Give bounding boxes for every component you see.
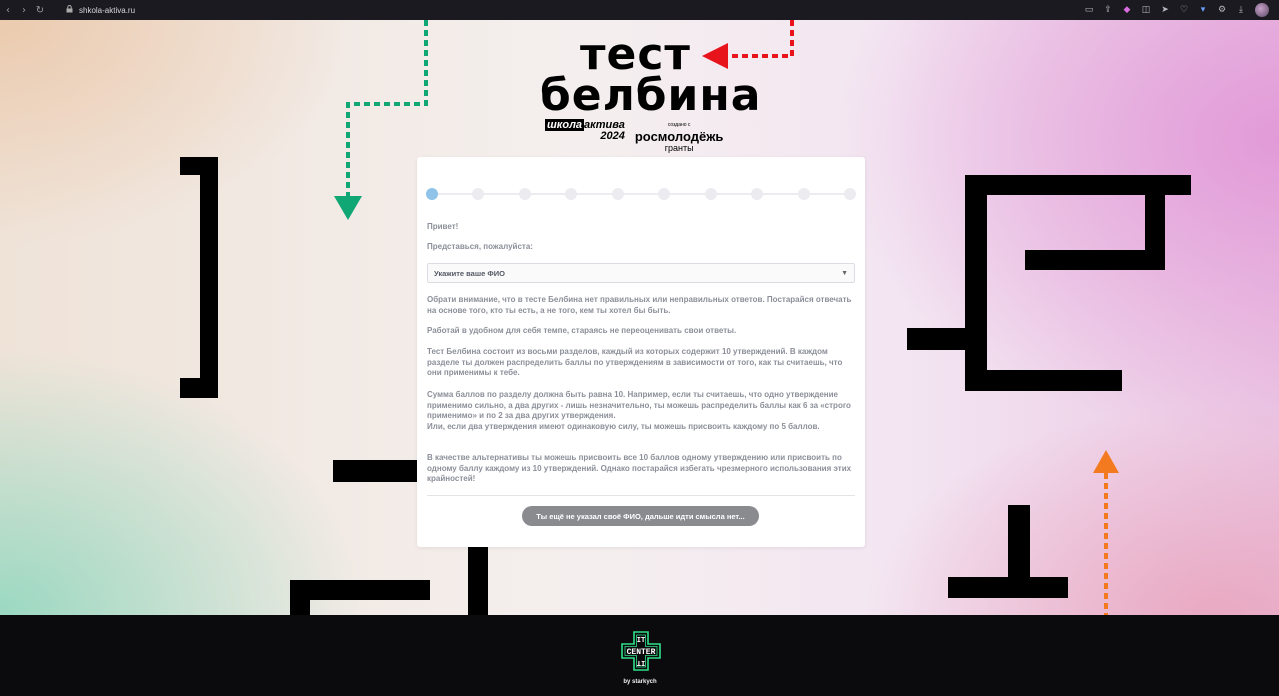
test-card: Привет! Представься, пожалуйста: Укажите… (417, 157, 865, 547)
orange-arrow-icon (1093, 450, 1119, 615)
paragraph-2: Работай в удобном для себя темпе, старая… (427, 326, 737, 335)
extension-icon[interactable]: ◫ (1141, 5, 1151, 15)
forward-icon[interactable]: › (16, 5, 32, 16)
progress-step-5 (611, 188, 624, 200)
download-icon[interactable]: ⤓ (1236, 5, 1246, 15)
progress-step-9 (797, 188, 810, 200)
chevron-down-icon: ▼ (841, 270, 848, 277)
shape-t-vertical (1008, 505, 1030, 585)
partner-logos: школа актива 2024 создано с росмолодёжь г… (545, 119, 724, 153)
progress-step-8 (751, 188, 764, 200)
shape-right-top (965, 175, 1191, 195)
progress-step-4 (565, 188, 578, 200)
bracket-left-vertical (200, 157, 218, 398)
shkola-aktiva-logo: школа актива 2024 (545, 119, 625, 142)
intro-text: Представься, пожалуйста: (427, 242, 533, 251)
byline: by starkych (623, 679, 657, 685)
logo-bottom-text: IT (637, 658, 645, 666)
back-icon[interactable]: ‹ (0, 5, 16, 16)
paragraph-3: Тест Белбина состоит из восьми разделов,… (427, 347, 843, 377)
logo-top-text: IT (637, 637, 645, 645)
logo-title: тест белбина (540, 29, 762, 121)
logo-line1: тест (580, 29, 691, 80)
progress-step-10 (844, 188, 856, 200)
avatar[interactable] (1255, 3, 1269, 17)
bracket-left-bottom (180, 378, 218, 398)
url-text: shkola-aktiva.ru (79, 5, 136, 15)
page-background: тест белбина школа актива 2024 создано с … (0, 20, 1279, 615)
heart-icon[interactable]: ♡ (1179, 5, 1189, 15)
reload-icon[interactable]: ↻ (32, 5, 48, 16)
paragraph-1: Обрати внимание, что в тесте Белбина нет… (427, 295, 852, 315)
progress-step-1 (426, 188, 438, 200)
rosmolodezh-logo: создано с росмолодёжь гранты (634, 122, 724, 153)
name-select[interactable]: Укажите ваше ФИО ▼ (427, 263, 855, 283)
next-button[interactable]: Ты ещё не указал своё ФИО, дальше идти с… (522, 506, 759, 526)
name-select-value: Укажите ваше ФИО (434, 268, 505, 278)
shape-bottom-vertical (468, 547, 488, 615)
shape-right-bottom (965, 370, 1122, 391)
progress-step-2 (472, 188, 485, 200)
shape-left-bar (333, 460, 417, 482)
progress-step-7 (704, 188, 717, 200)
progress-step-6 (658, 188, 671, 200)
logo-line2: белбина (540, 70, 762, 121)
bookmark-icon[interactable]: ▭ (1084, 5, 1094, 15)
settings-icon[interactable]: ⚙ (1217, 5, 1227, 15)
lock-icon (66, 5, 73, 15)
cart-icon[interactable]: ▾ (1198, 5, 1208, 15)
paragraph-4a: Сумма баллов по разделу должна быть равн… (427, 390, 851, 420)
paragraph-5: В качестве альтернативы ты можешь присво… (427, 453, 852, 483)
progress-line (432, 193, 850, 195)
browser-toolbar: ‹ › ↻ shkola-aktiva.ru ▭ ⇪ ◆ ◫ ➤ ♡ ▾ ⚙ ⤓ (0, 0, 1279, 20)
shape-right-stub (907, 328, 965, 350)
shape-bottom-corner (290, 580, 310, 615)
shape-right-left-vertical (965, 175, 987, 391)
shape-right-inner-horizontal (1025, 250, 1165, 270)
send-icon[interactable]: ➤ (1160, 5, 1170, 15)
share-icon[interactable]: ⇪ (1103, 5, 1113, 15)
logo-mid-text: CENTER (627, 648, 656, 657)
shape-t-horizontal (948, 577, 1068, 598)
it-center-logo[interactable]: IT CENTER IT (620, 630, 662, 672)
paragraph-4b: Или, если два утверждения имеют одинаков… (427, 422, 820, 431)
address-bar[interactable]: shkola-aktiva.ru (66, 5, 135, 15)
shape-bottom-horizontal (290, 580, 430, 600)
toolbar-icons: ▭ ⇪ ◆ ◫ ➤ ♡ ▾ ⚙ ⤓ (1084, 3, 1269, 17)
shield-icon[interactable]: ◆ (1122, 5, 1132, 15)
divider (427, 495, 855, 496)
footer: IT CENTER IT by starkych (0, 615, 1279, 696)
progress-step-3 (518, 188, 531, 200)
progress-steps (426, 188, 856, 200)
greeting: Привет! (427, 222, 459, 231)
